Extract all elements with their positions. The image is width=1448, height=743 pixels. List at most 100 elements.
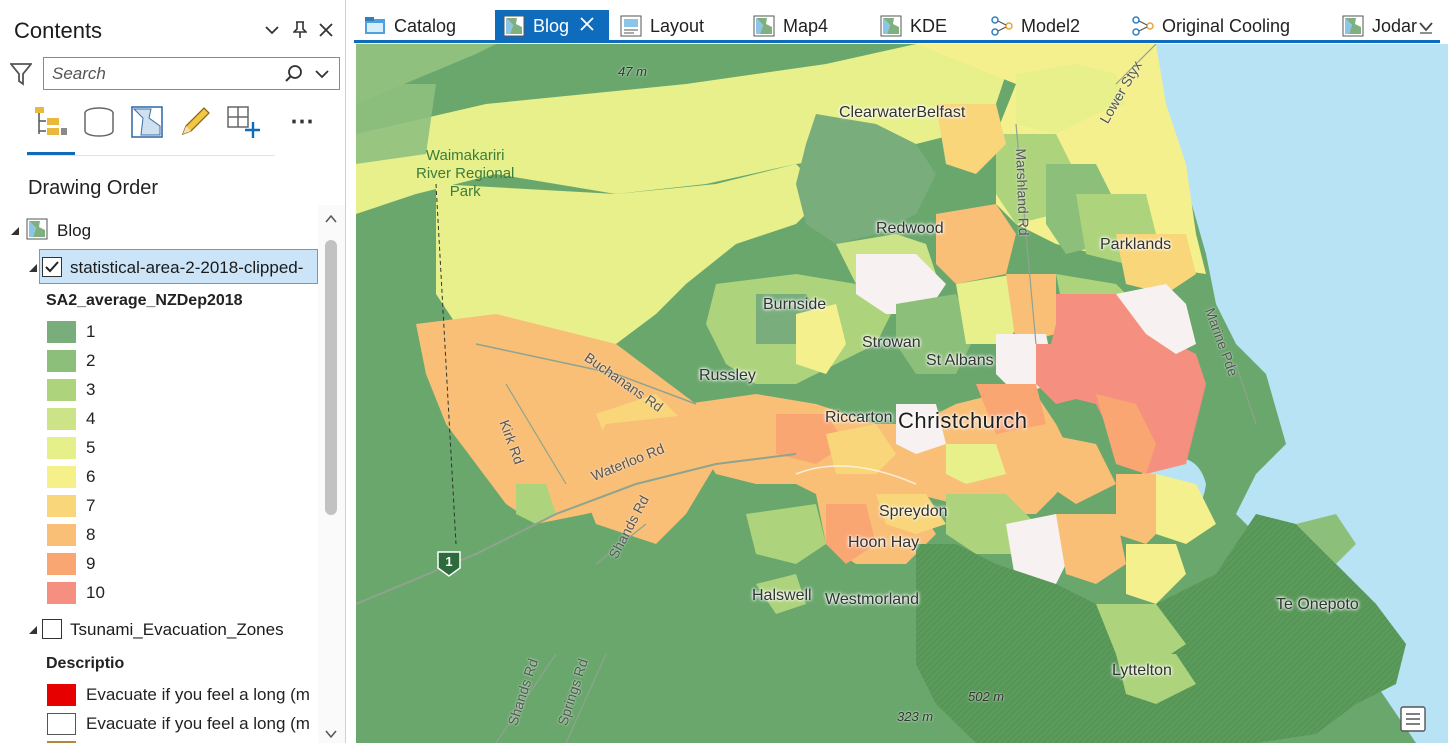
catalog-icon bbox=[364, 15, 386, 37]
place-label-spreydon: Spreydon bbox=[879, 503, 948, 520]
symbology-field-name: SA2_average_NZDep2018 bbox=[46, 292, 243, 309]
legend-swatch[interactable] bbox=[47, 495, 76, 517]
tab-model2[interactable]: Model2 bbox=[987, 10, 1105, 42]
vertical-scrollbar[interactable] bbox=[318, 205, 345, 743]
legend-swatch[interactable] bbox=[47, 524, 76, 546]
contents-pane-title: Contents bbox=[14, 18, 103, 43]
view-tab-bar: Catalog Blog Layout Map4 KDE Model2 Original C… bbox=[354, 8, 1448, 42]
map-icon bbox=[503, 15, 525, 37]
tab-label: Model2 bbox=[1021, 15, 1081, 36]
tab-layout[interactable]: Layout bbox=[616, 10, 716, 42]
tree-item-layer-sa2[interactable]: statistical-area-2-2018-clipped- bbox=[0, 253, 318, 282]
map-view[interactable]: 47 m ClearwaterBelfast Waimakariri River… bbox=[356, 44, 1448, 743]
scroll-up-arrow-icon[interactable] bbox=[325, 214, 337, 224]
scrollbar-thumb[interactable] bbox=[325, 240, 337, 515]
legend-label: 2 bbox=[86, 351, 96, 370]
legend-swatch[interactable] bbox=[47, 582, 76, 604]
model-icon bbox=[1132, 15, 1154, 37]
pane-options-chevron-icon[interactable] bbox=[261, 19, 283, 41]
legend-label: 1 bbox=[86, 322, 96, 341]
highway-number: 1 bbox=[445, 554, 453, 569]
place-label-st-albans: St Albans bbox=[926, 352, 994, 369]
legend-swatch[interactable] bbox=[47, 408, 76, 430]
place-label-redwood: Redwood bbox=[876, 220, 944, 237]
map-name: Blog bbox=[57, 220, 92, 240]
legend-swatch[interactable] bbox=[47, 466, 76, 488]
layer-visibility-checkbox[interactable] bbox=[42, 257, 62, 277]
drawing-order-heading: Drawing Order bbox=[28, 177, 159, 199]
legend-swatch[interactable] bbox=[47, 350, 76, 372]
highway-shield-icon: 1 bbox=[436, 550, 462, 578]
list-by-snapping-icon[interactable] bbox=[225, 104, 261, 140]
layout-icon bbox=[620, 15, 642, 37]
map-icon bbox=[880, 15, 902, 37]
active-tab-underline bbox=[354, 40, 1440, 43]
close-tab-icon[interactable] bbox=[579, 16, 595, 37]
pin-icon[interactable] bbox=[289, 19, 311, 41]
map-legend-toggle-icon[interactable] bbox=[1398, 704, 1428, 734]
legend-label: 10 bbox=[86, 583, 105, 602]
legend-swatch[interactable] bbox=[47, 553, 76, 575]
symbology-field-name: Descriptio bbox=[46, 655, 125, 672]
list-by-selection-icon[interactable] bbox=[129, 104, 165, 140]
road-label-marshland: Marshland Rd bbox=[1013, 148, 1033, 236]
tab-label: Original Cooling bbox=[1162, 15, 1291, 36]
close-pane-icon[interactable] bbox=[315, 19, 337, 41]
legend-swatch[interactable] bbox=[47, 684, 76, 706]
tab-overflow-chevron-icon[interactable] bbox=[1418, 20, 1434, 34]
collapse-arrow-icon[interactable] bbox=[9, 225, 21, 237]
tree-item-layer-tsunami[interactable]: Tsunami_Evacuation_Zones bbox=[0, 615, 318, 644]
map-icon bbox=[753, 15, 775, 37]
legend-swatch[interactable] bbox=[47, 321, 76, 343]
tab-jodar[interactable]: Jodar bbox=[1338, 10, 1418, 42]
tab-label: Map4 bbox=[783, 15, 829, 36]
list-by-drawing-order-icon[interactable] bbox=[33, 104, 69, 140]
place-label-lyttelton: Lyttelton bbox=[1112, 662, 1172, 679]
basemap-canvas bbox=[356, 44, 1448, 743]
scroll-down-arrow-icon[interactable] bbox=[325, 729, 337, 739]
tab-map4[interactable]: Map4 bbox=[749, 10, 839, 42]
legend-label: 6 bbox=[86, 467, 96, 486]
layer-visibility-checkbox[interactable] bbox=[42, 619, 62, 639]
place-label-te-onepoto: Te Onepoto bbox=[1276, 596, 1359, 613]
search-input[interactable] bbox=[44, 58, 274, 89]
tab-label: KDE bbox=[910, 15, 948, 36]
legend-label: 8 bbox=[86, 525, 96, 544]
search-icon[interactable] bbox=[284, 64, 304, 84]
place-label-christchurch: Christchurch bbox=[898, 408, 1028, 433]
map-icon bbox=[1342, 15, 1364, 37]
place-label-burnside: Burnside bbox=[763, 296, 827, 313]
place-label-strowan: Strowan bbox=[862, 334, 921, 351]
place-label-westmorland: Westmorland bbox=[825, 591, 919, 608]
legend-swatch[interactable] bbox=[47, 437, 76, 459]
tab-label: Blog bbox=[533, 15, 570, 36]
tab-label: Jodar bbox=[1372, 15, 1418, 36]
legend-label: 3 bbox=[86, 380, 96, 399]
tab-catalog[interactable]: Catalog bbox=[360, 10, 490, 42]
filter-icon[interactable] bbox=[9, 62, 33, 86]
list-by-editing-icon[interactable] bbox=[177, 104, 213, 140]
legend-swatch[interactable] bbox=[47, 713, 76, 735]
collapse-arrow-icon[interactable] bbox=[27, 624, 39, 636]
layer-name: statistical-area-2-2018-clipped- bbox=[70, 257, 304, 277]
contents-pane: Contents Search ⋯ Drawing Order Blog sta… bbox=[0, 0, 346, 743]
place-label-clearwater: ClearwaterBelfast bbox=[839, 104, 966, 121]
legend-label: Evacuate if you feel a long (m bbox=[86, 714, 310, 733]
more-options-icon[interactable]: ⋯ bbox=[290, 104, 326, 140]
place-label-hoon-hay: Hoon Hay bbox=[848, 534, 920, 551]
legend-label: 7 bbox=[86, 496, 96, 515]
tree-item-map[interactable]: Blog bbox=[0, 216, 318, 245]
place-label-parklands: Parklands bbox=[1100, 236, 1172, 253]
search-options-chevron-icon[interactable] bbox=[314, 66, 330, 82]
legend-label: 9 bbox=[86, 554, 96, 573]
legend-swatch[interactable] bbox=[47, 379, 76, 401]
toolbar-divider bbox=[27, 155, 275, 156]
tab-original-cooling[interactable]: Original Cooling bbox=[1128, 10, 1306, 42]
layer-tree: Blog statistical-area-2-2018-clipped- SA… bbox=[0, 205, 318, 743]
tab-kde[interactable]: KDE bbox=[876, 10, 956, 42]
collapse-arrow-icon[interactable] bbox=[27, 262, 39, 274]
list-by-data-source-icon[interactable] bbox=[81, 104, 117, 140]
model-icon bbox=[991, 15, 1013, 37]
tab-blog[interactable]: Blog bbox=[495, 10, 609, 42]
map-icon bbox=[26, 218, 48, 240]
